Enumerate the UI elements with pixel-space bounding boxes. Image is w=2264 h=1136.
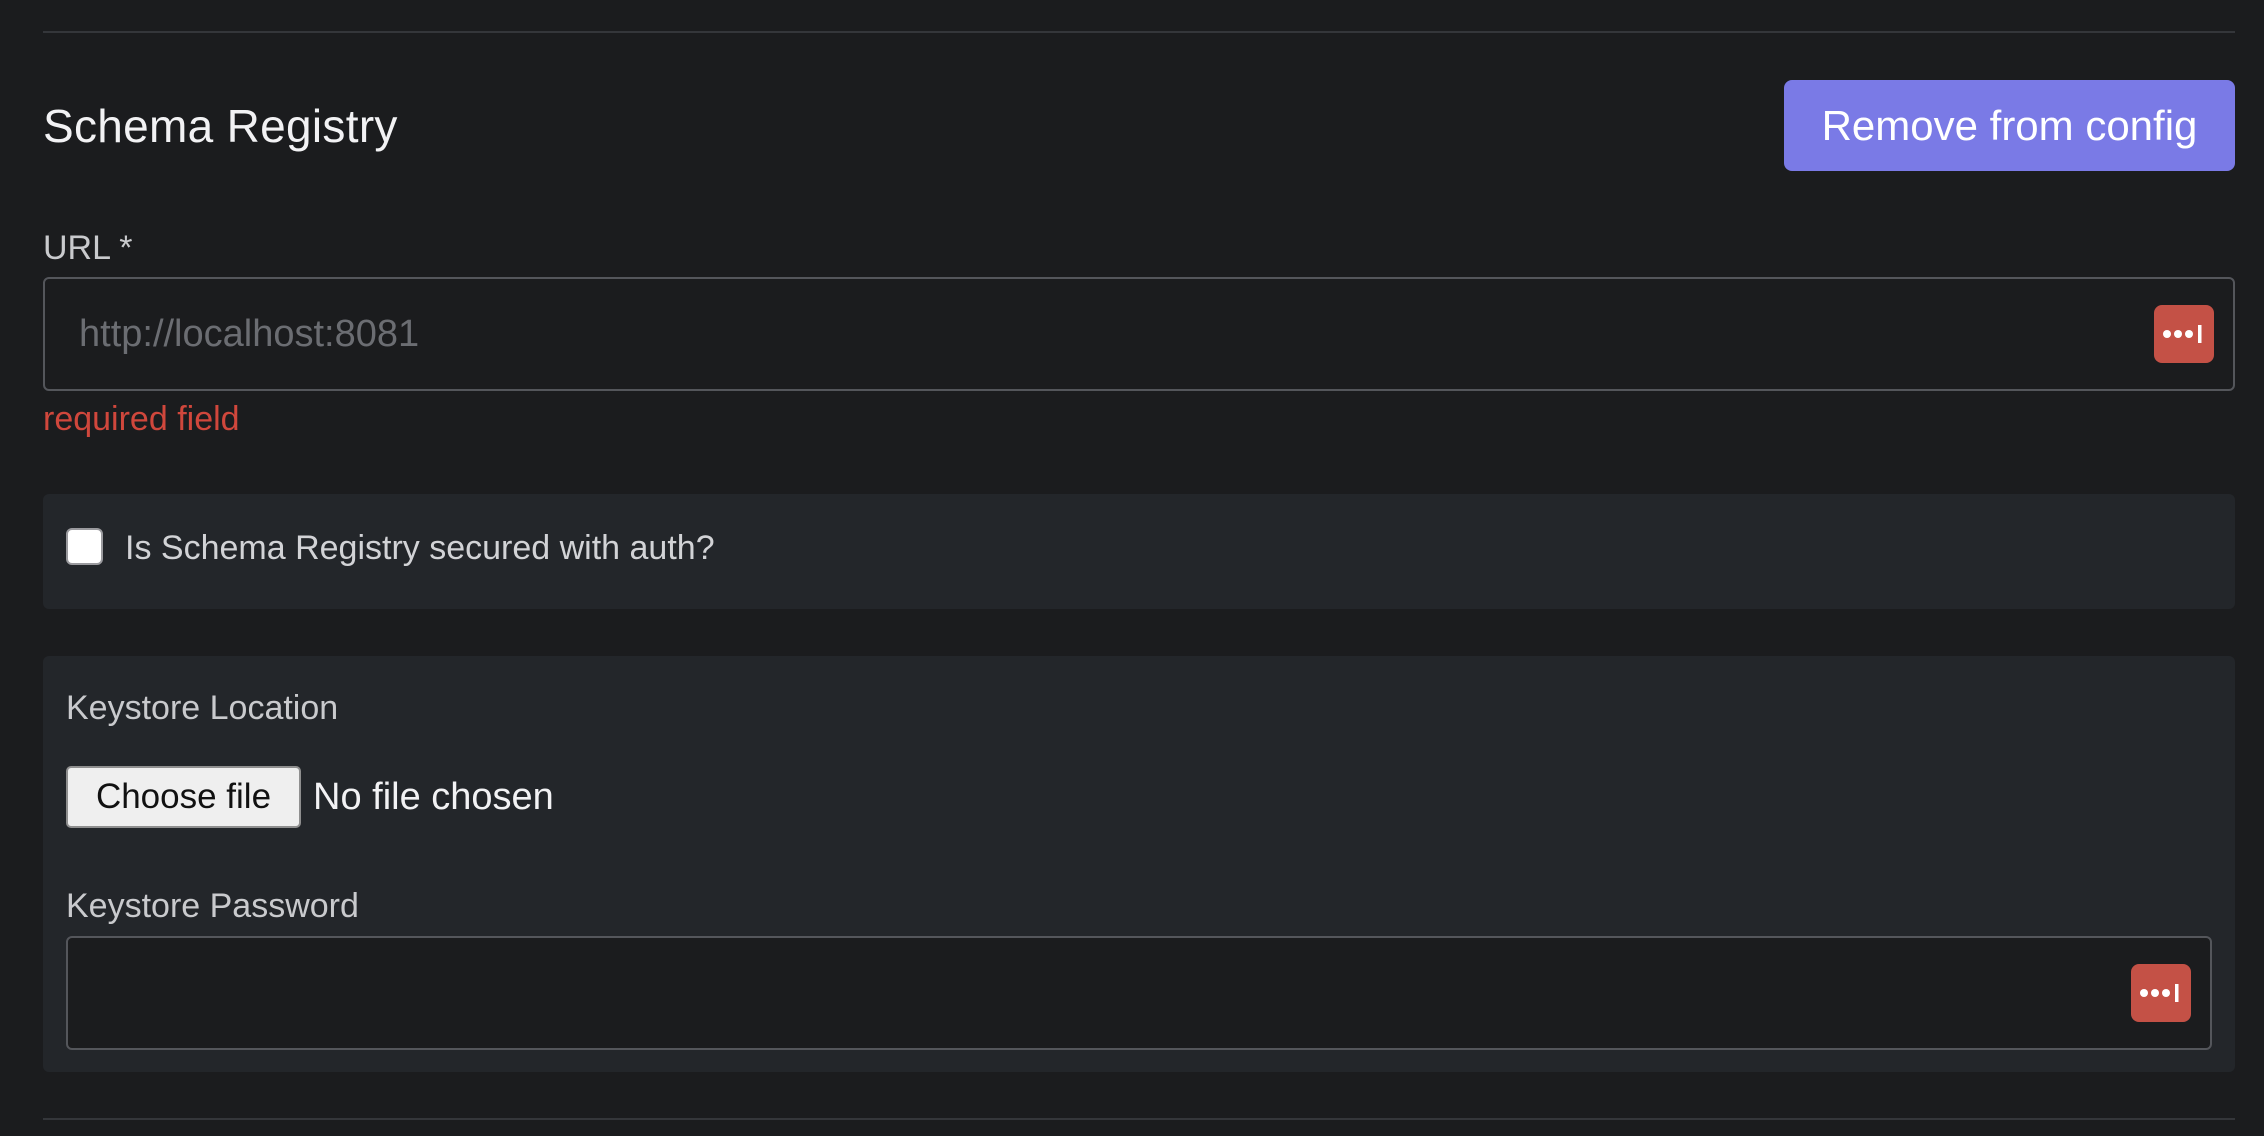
keystore-password-input[interactable]: [68, 938, 2210, 1048]
keystore-password-label: Keystore Password: [66, 887, 359, 925]
dots-cursor-icon: [2140, 984, 2179, 1002]
keystore-password-field: [66, 936, 2212, 1050]
keystore-panel: Keystore Location Choose file No file ch…: [43, 656, 2235, 1072]
top-divider: [43, 31, 2235, 33]
section-title: Schema Registry: [43, 100, 398, 152]
auth-option-panel: Is Schema Registry secured with auth?: [43, 494, 2235, 609]
remove-from-config-button[interactable]: Remove from config: [1784, 80, 2235, 171]
password-manager-icon[interactable]: [2131, 964, 2191, 1022]
auth-checkbox-label[interactable]: Is Schema Registry secured with auth?: [125, 528, 715, 568]
url-error-message: required field: [43, 400, 240, 438]
auth-checkbox[interactable]: [66, 528, 103, 565]
password-manager-icon[interactable]: [2154, 305, 2214, 363]
dots-cursor-icon: [2163, 325, 2202, 343]
url-field: [43, 277, 2235, 391]
url-label: URL *: [43, 229, 133, 267]
url-input[interactable]: [45, 279, 2233, 389]
keystore-location-label: Keystore Location: [66, 689, 339, 727]
bottom-divider: [43, 1118, 2235, 1120]
choose-file-button[interactable]: Choose file: [66, 766, 301, 828]
file-status-text: No file chosen: [313, 776, 554, 818]
